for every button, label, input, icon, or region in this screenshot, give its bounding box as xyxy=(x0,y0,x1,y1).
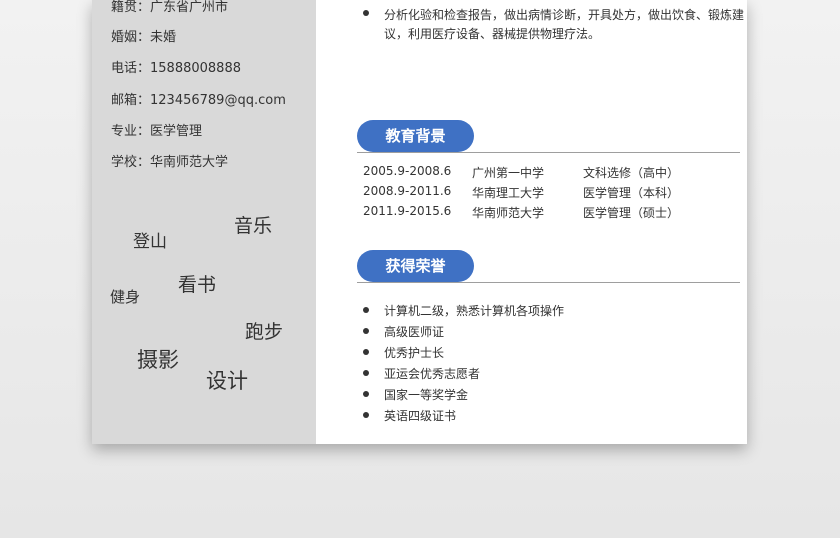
education-school: 广州第一中学 xyxy=(472,166,545,180)
experience-line-2: 议，利用医疗设备、器械提供物理疗法。 xyxy=(384,27,601,41)
info-value: 华南师范大学 xyxy=(150,155,229,170)
info-hometown: 籍贯：广东省广州市 xyxy=(111,0,228,15)
main-content: 分析化验和检查报告，做出病情诊断，开具处方，做出饮食、锻炼建 议，利用医疗设备、… xyxy=(316,0,747,444)
info-label: 学校： xyxy=(111,155,151,170)
hobby-climbing: 登山 xyxy=(133,232,167,252)
experience-line-1: 分析化验和检查报告，做出病情诊断，开具处方，做出饮食、锻炼建 xyxy=(384,8,745,22)
bullet-icon xyxy=(363,412,369,418)
honor-item: 优秀护士长 xyxy=(384,346,445,360)
info-value: 广东省广州市 xyxy=(150,0,229,15)
education-school: 华南师范大学 xyxy=(472,206,545,220)
info-email: 邮箱：123456789@qq.com xyxy=(111,89,286,108)
bullet-icon xyxy=(363,307,369,313)
education-period: 2008.9-2011.6 xyxy=(363,184,452,198)
education-school: 华南理工大学 xyxy=(472,186,545,200)
info-value: 医学管理 xyxy=(150,124,203,139)
hobby-reading: 看书 xyxy=(178,274,217,296)
education-major: 文科选修（高中） xyxy=(583,166,680,180)
education-major: 医学管理（硕士） xyxy=(583,206,680,220)
honors-divider xyxy=(357,282,740,283)
hobby-running: 跑步 xyxy=(245,321,284,343)
hobby-design: 设计 xyxy=(206,369,248,393)
honor-item: 国家一等奖学金 xyxy=(384,388,469,402)
bullet-icon xyxy=(363,328,369,334)
info-major: 专业：医学管理 xyxy=(111,120,202,139)
info-label: 专业： xyxy=(111,124,151,139)
education-period: 2011.9-2015.6 xyxy=(363,204,452,218)
honor-item: 高级医师证 xyxy=(384,325,445,339)
info-label: 籍贯： xyxy=(111,0,151,15)
info-value: 123456789@qq.com xyxy=(150,93,286,108)
info-value: 未婚 xyxy=(150,30,177,45)
sidebar: 籍贯：广东省广州市 婚姻：未婚 电话：15888008888 邮箱：123456… xyxy=(92,0,316,444)
info-marital: 婚姻：未婚 xyxy=(111,26,176,45)
honor-item: 亚运会优秀志愿者 xyxy=(384,367,481,381)
education-section-title: 教育背景 xyxy=(357,120,474,152)
info-phone: 电话：15888008888 xyxy=(111,57,241,76)
hobby-music: 音乐 xyxy=(234,215,273,237)
bullet-icon xyxy=(363,391,369,397)
honors-section-title: 获得荣誉 xyxy=(357,250,474,282)
bullet-icon xyxy=(363,370,369,376)
info-label: 邮箱： xyxy=(111,93,151,108)
education-divider xyxy=(357,152,740,153)
hobby-fitness: 健身 xyxy=(110,288,141,306)
info-school: 学校：华南师范大学 xyxy=(111,151,228,170)
education-period: 2005.9-2008.6 xyxy=(363,164,452,178)
bullet-icon xyxy=(363,349,369,355)
info-label: 电话： xyxy=(111,61,151,76)
honor-item: 英语四级证书 xyxy=(384,409,457,423)
education-major: 医学管理（本科） xyxy=(583,186,680,200)
bullet-icon xyxy=(363,10,369,16)
info-label: 婚姻： xyxy=(111,30,151,45)
info-value: 15888008888 xyxy=(150,61,241,76)
honor-item: 计算机二级，熟悉计算机各项操作 xyxy=(384,304,565,318)
hobby-photography: 摄影 xyxy=(137,348,179,372)
resume-page: 籍贯：广东省广州市 婚姻：未婚 电话：15888008888 邮箱：123456… xyxy=(92,0,747,444)
